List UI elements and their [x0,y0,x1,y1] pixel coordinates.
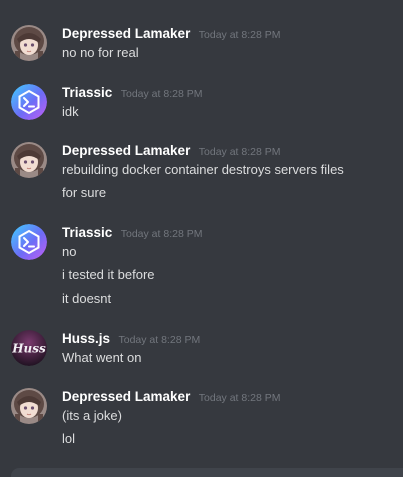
anime-girl-avatar-icon[interactable] [11,388,47,424]
author-name[interactable]: Huss.js [62,331,110,346]
anime-girl-avatar-icon[interactable] [11,25,47,61]
message-composer[interactable] [11,468,403,477]
terminal-prompt-avatar-icon[interactable] [11,84,47,120]
message-header: Triassic Today at 8:28 PM [62,224,202,242]
message-header: Triassic Today at 8:28 PM [62,84,202,102]
message-header: Depressed Lamaker Today at 8:28 PM [62,25,281,43]
message-text: What went on [62,350,142,365]
chat-message-list: Depressed Lamaker Today at 8:28 PM no no… [0,0,403,477]
message-text: i tested it before [62,267,155,282]
message-timestamp[interactable]: Today at 8:28 PM [121,88,203,100]
message-text: it doesnt [62,291,112,306]
message-timestamp[interactable]: Today at 8:28 PM [121,228,203,240]
terminal-prompt-avatar-icon[interactable] [11,224,47,260]
author-name[interactable]: Depressed Lamaker [62,389,190,404]
message-timestamp[interactable]: Today at 8:28 PM [199,146,281,158]
message-text: rebuilding docker container destroys ser… [62,162,344,177]
message-header: Depressed Lamaker Today at 8:28 PM [62,142,281,160]
message-timestamp[interactable]: Today at 8:28 PM [199,392,281,404]
message-text: idk [62,104,79,119]
message-header: Depressed Lamaker Today at 8:28 PM [62,388,281,406]
author-name[interactable]: Depressed Lamaker [62,26,190,41]
message-text: lol [62,431,76,446]
huss-logo-text: Huss [11,342,46,356]
author-name[interactable]: Triassic [62,85,112,100]
message-text: no [62,244,77,259]
message-text: for sure [62,185,107,200]
message-text: no no for real [62,45,139,60]
huss-logo-avatar-icon[interactable]: Huss [11,330,47,366]
anime-girl-avatar-icon[interactable] [11,142,47,178]
message-timestamp[interactable]: Today at 8:28 PM [199,29,281,41]
message-text: (its a joke) [62,408,122,423]
author-name[interactable]: Depressed Lamaker [62,143,190,158]
message-timestamp[interactable]: Today at 8:28 PM [118,334,200,346]
message-header: Huss.js Today at 8:28 PM [62,330,200,348]
author-name[interactable]: Triassic [62,225,112,240]
